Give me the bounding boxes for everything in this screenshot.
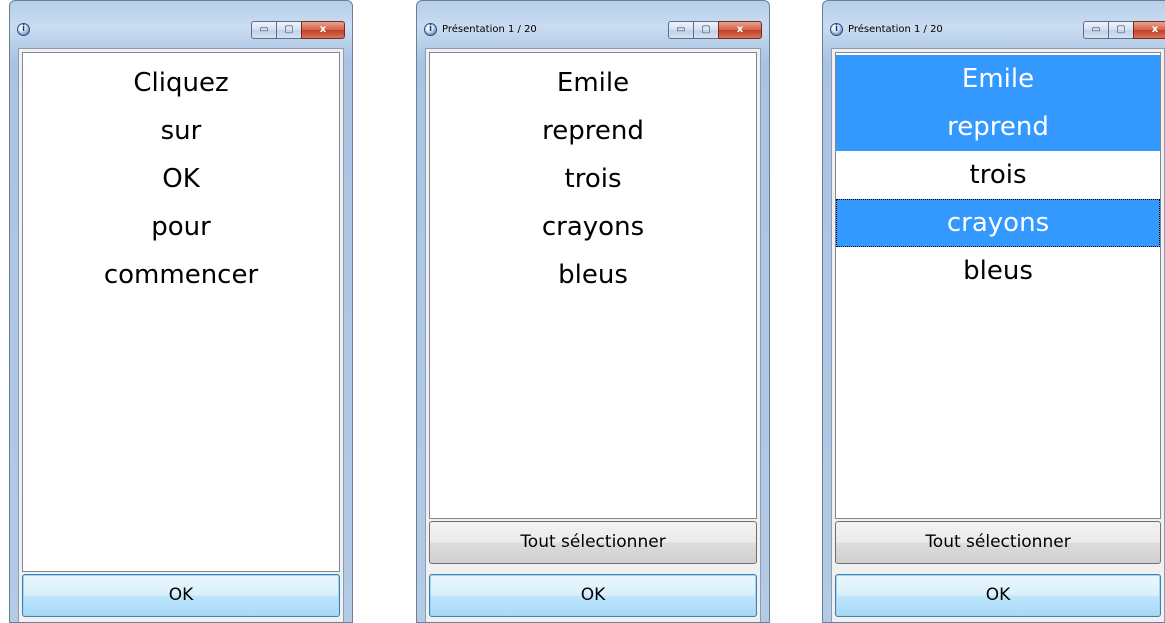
minimize-button[interactable]: ▭ [668,21,694,39]
title-bar[interactable]: i Présentation 1 / 20 ▭ ▢ x [417,1,769,41]
list-item[interactable]: pour [23,203,339,251]
list-item[interactable]: Cliquez [23,59,339,107]
list-item-selected-focused[interactable]: crayons [836,199,1160,247]
word-list[interactable]: Cliquez sur OK pour commencer [22,52,340,572]
list-item[interactable]: trois [836,151,1160,199]
close-button[interactable]: x [1133,21,1165,39]
list-item[interactable]: Emile [430,59,756,107]
ok-button[interactable]: OK [429,574,757,617]
client-area: Cliquez sur OK pour commencer OK [18,48,344,622]
list-item[interactable]: sur [23,107,339,155]
title-bar[interactable]: i Présentation 1 / 20 ▭ ▢ x [823,1,1165,41]
word-list[interactable]: Emile reprend trois crayons bleus [429,52,757,519]
window-start: i ▭ ▢ x Cliquez sur OK pour commencer OK [9,0,353,623]
minimize-button[interactable]: ▭ [1083,21,1109,39]
close-button[interactable]: x [718,21,762,39]
select-all-button[interactable]: Tout sélectionner [429,521,757,564]
info-balloon-icon[interactable]: i [424,23,437,36]
caption-buttons: ▭ ▢ x [668,21,762,39]
client-area: Emile reprend trois crayons bleus Tout s… [425,48,761,622]
window-title: Présentation 1 / 20 [442,24,537,35]
window-presentation-selected: i Présentation 1 / 20 ▭ ▢ x Emile repren… [822,0,1165,623]
close-button[interactable]: x [301,21,345,39]
maximize-button[interactable]: ▢ [693,21,719,39]
info-balloon-icon[interactable]: i [17,23,30,36]
word-list[interactable]: Emile reprend trois crayons bleus [835,52,1161,519]
ok-button[interactable]: OK [835,574,1161,617]
caption-buttons: ▭ ▢ x [1083,21,1165,39]
list-item[interactable]: reprend [430,107,756,155]
ok-button[interactable]: OK [22,574,340,617]
info-balloon-icon[interactable]: i [830,23,843,36]
list-item[interactable]: bleus [430,251,756,299]
list-item[interactable]: commencer [23,251,339,299]
list-item-selected[interactable]: Emile [836,55,1160,103]
window-title: Présentation 1 / 20 [848,24,943,35]
title-bar[interactable]: i ▭ ▢ x [10,1,352,41]
list-item[interactable]: OK [23,155,339,203]
select-all-button[interactable]: Tout sélectionner [835,521,1161,564]
client-area: Emile reprend trois crayons bleus Tout s… [831,48,1165,622]
list-item[interactable]: trois [430,155,756,203]
minimize-button[interactable]: ▭ [251,21,277,39]
window-presentation: i Présentation 1 / 20 ▭ ▢ x Emile repren… [416,0,770,623]
maximize-button[interactable]: ▢ [276,21,302,39]
list-item[interactable]: crayons [430,203,756,251]
caption-buttons: ▭ ▢ x [251,21,345,39]
maximize-button[interactable]: ▢ [1108,21,1134,39]
list-item[interactable]: bleus [836,247,1160,295]
list-item-selected[interactable]: reprend [836,103,1160,151]
